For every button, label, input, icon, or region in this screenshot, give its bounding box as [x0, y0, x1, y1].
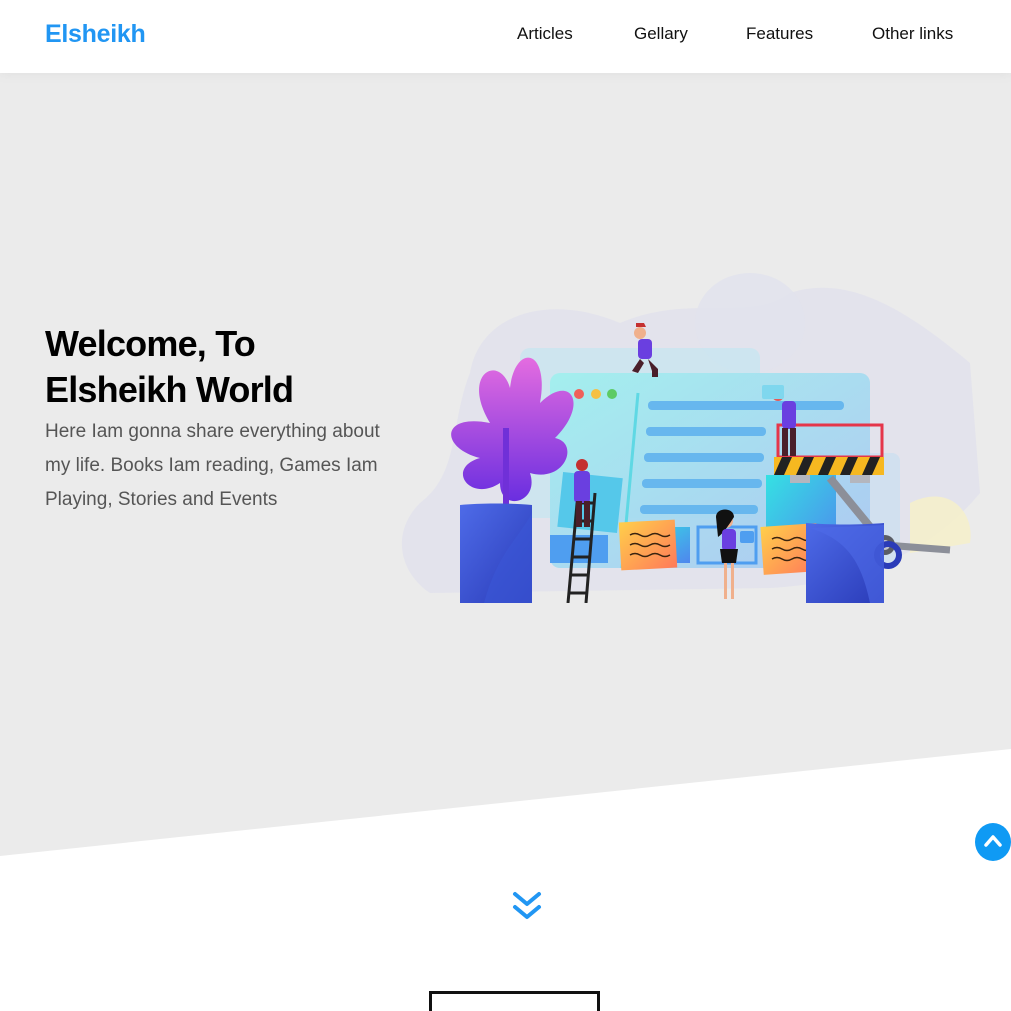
landing-section: Welcome, To Elsheikh World Here Iam gonn… [0, 73, 1011, 919]
hero-illustration [401, 273, 980, 603]
double-chevron-down-icon [513, 892, 541, 919]
nav-link-gallery[interactable]: Gellary [634, 24, 688, 44]
nav-link-articles[interactable]: Articles [517, 24, 573, 44]
section-title-frame [429, 991, 600, 1011]
hero-description: Here Iam gonna share everything about my… [45, 421, 380, 510]
hero-title-line-2: Elsheikh World [45, 369, 294, 410]
chevron-up-icon [984, 835, 1002, 847]
nav-link-other-links[interactable]: Other links [872, 24, 953, 44]
main-nav: Articles Gellary Features Other links [0, 24, 1011, 50]
scroll-to-top-button[interactable] [975, 823, 1011, 861]
header: Elsheikh Articles Gellary Features Other… [0, 0, 1011, 73]
hero-title-line-1: Welcome, To [45, 323, 256, 364]
hero-title: Welcome, To Elsheikh World [45, 321, 385, 413]
nav-link-features[interactable]: Features [746, 24, 813, 44]
scroll-down-button[interactable] [511, 890, 543, 924]
